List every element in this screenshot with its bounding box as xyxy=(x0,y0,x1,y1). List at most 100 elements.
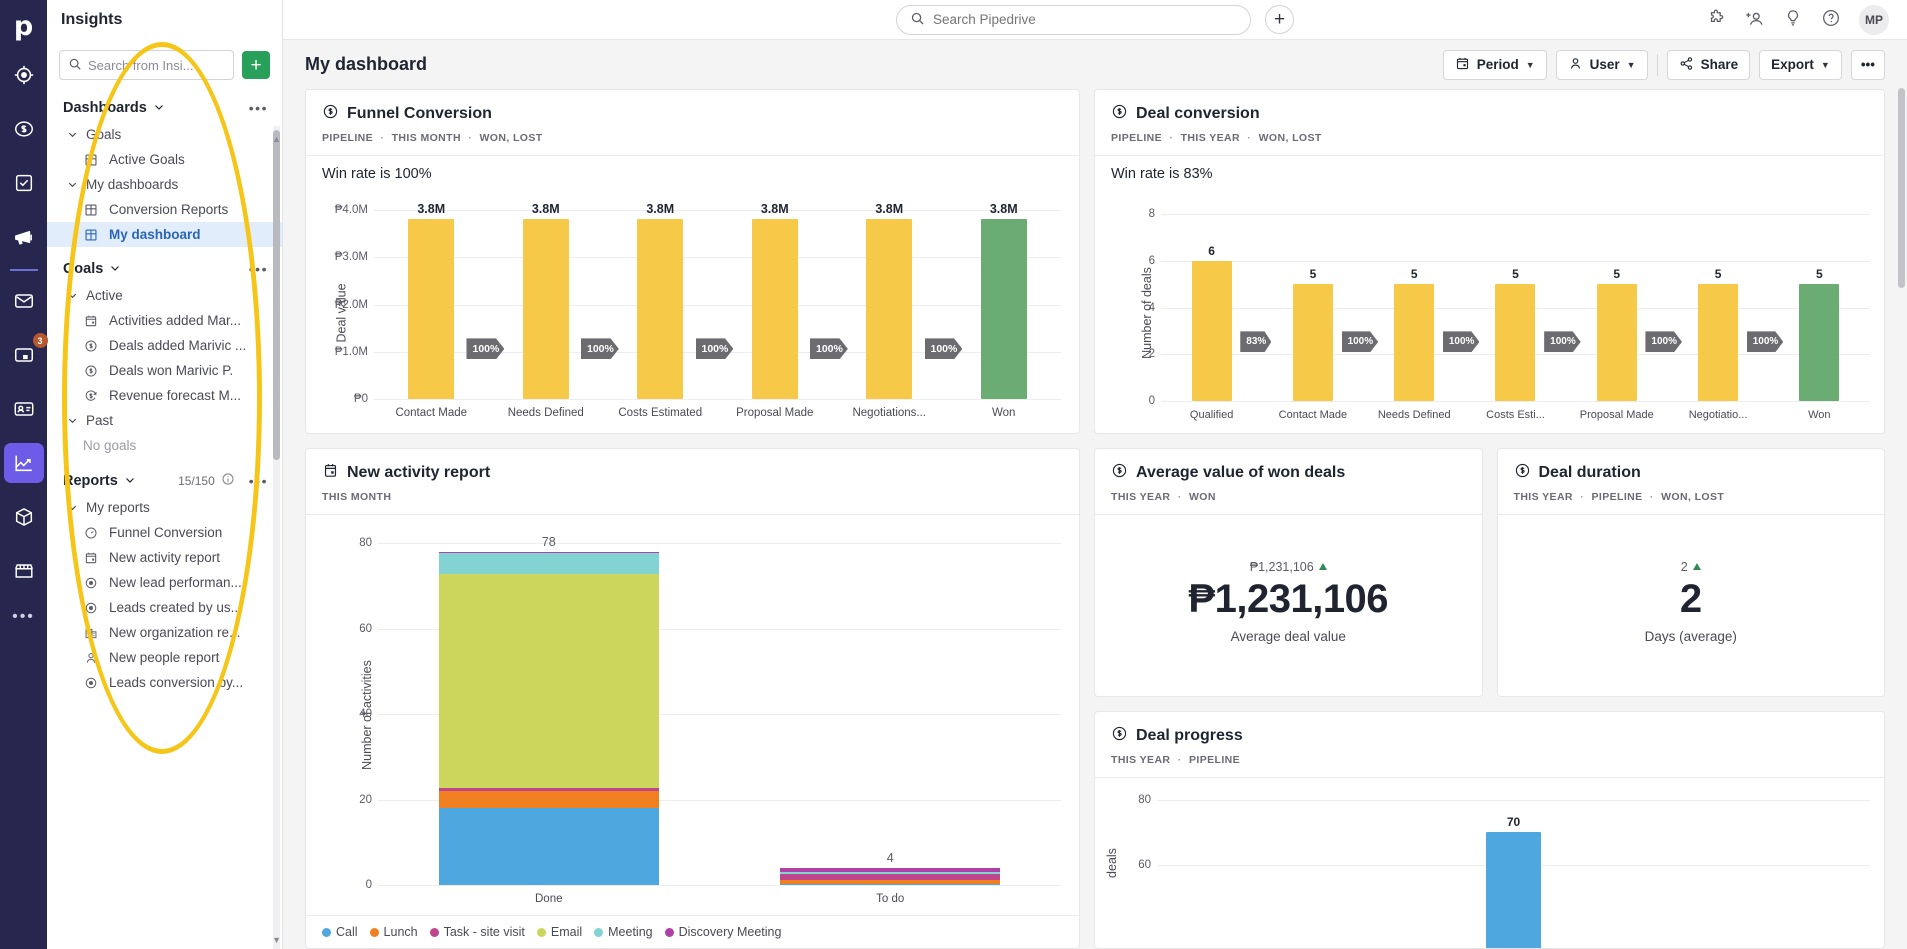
contacts-icon[interactable] xyxy=(4,389,44,429)
leads-icon[interactable] xyxy=(4,55,44,95)
sidebar-item-activities-added[interactable]: Activities added Mar... xyxy=(47,308,282,333)
sidebar-item-active-goals[interactable]: Active Goals xyxy=(47,147,282,172)
bar[interactable] xyxy=(1596,284,1637,401)
group-past[interactable]: Past xyxy=(47,408,282,433)
sidebar-item-my-dashboard[interactable]: My dashboard xyxy=(47,222,282,247)
bar-column[interactable]: 5 Needs Defined xyxy=(1364,214,1465,421)
global-add-button[interactable]: + xyxy=(1265,5,1294,34)
sidebar-add-button[interactable]: + xyxy=(242,51,270,79)
puzzle-icon[interactable] xyxy=(1706,8,1726,31)
goals-menu-icon[interactable]: ••• xyxy=(249,262,268,276)
projects-icon[interactable]: 3 xyxy=(4,333,48,375)
bar[interactable] xyxy=(522,219,569,399)
bar-column[interactable]: 5 Won xyxy=(1769,214,1870,421)
global-search-box[interactable] xyxy=(896,4,1251,35)
global-search-input[interactable] xyxy=(933,12,1237,27)
share-button[interactable]: Share xyxy=(1666,49,1751,80)
bar[interactable] xyxy=(751,219,798,399)
bar-column[interactable]: 5 Contact Made xyxy=(1262,214,1363,421)
bar[interactable] xyxy=(1292,284,1333,401)
sidebar-item-funnel-conversion[interactable]: Funnel Conversion xyxy=(47,520,282,545)
sidebar-item-deals-added[interactable]: Deals added Marivic ... xyxy=(47,333,282,358)
bar[interactable] xyxy=(980,219,1027,399)
sidebar-item-conversion-reports[interactable]: Conversion Reports xyxy=(47,197,282,222)
rail-more-icon[interactable]: ••• xyxy=(12,608,35,626)
stack-segment[interactable] xyxy=(438,552,659,575)
avatar[interactable]: MP xyxy=(1859,4,1889,35)
bar-column[interactable]: 5 Negotiatio... xyxy=(1667,214,1768,421)
more-options-button[interactable]: ••• xyxy=(1850,49,1885,80)
legend-item[interactable]: Call xyxy=(322,925,358,939)
help-icon[interactable] xyxy=(1821,8,1841,31)
legend-item[interactable]: Email xyxy=(536,925,582,939)
sidebar-item-new-activity-report[interactable]: New activity report xyxy=(47,545,282,570)
activities-icon[interactable] xyxy=(4,163,44,203)
user-button[interactable]: User ▼ xyxy=(1555,49,1648,80)
bar-column[interactable]: 3.8M Proposal Made xyxy=(718,202,833,419)
bar-column[interactable]: 3.8M Needs Defined xyxy=(489,202,604,419)
bar-column[interactable]: 5 Proposal Made xyxy=(1566,214,1667,421)
stack-segment[interactable] xyxy=(438,790,659,809)
chevron-down-icon[interactable] xyxy=(153,100,165,116)
group-my-dashboards[interactable]: My dashboards xyxy=(47,172,282,197)
add-user-icon[interactable] xyxy=(1744,8,1765,32)
bar-column[interactable]: 70 xyxy=(1157,800,1870,948)
chevron-down-icon[interactable] xyxy=(124,473,136,489)
chevron-down-icon[interactable] xyxy=(109,261,121,277)
mail-icon[interactable] xyxy=(4,281,44,321)
lightbulb-icon[interactable] xyxy=(1783,8,1803,31)
bar-column[interactable]: 3.8M Contact Made xyxy=(374,202,489,419)
bar[interactable] xyxy=(866,219,913,399)
bar[interactable] xyxy=(1486,832,1541,948)
bar[interactable] xyxy=(1799,284,1840,401)
main-scrollbar-thumb[interactable] xyxy=(1898,88,1905,288)
group-goals[interactable]: Goals xyxy=(47,122,282,147)
bar[interactable] xyxy=(408,219,455,399)
deals-icon[interactable] xyxy=(4,109,44,149)
group-my-reports[interactable]: My reports xyxy=(47,495,282,520)
scroll-up-icon[interactable]: ▲ xyxy=(272,134,281,144)
dashboards-menu-icon[interactable]: ••• xyxy=(249,101,268,115)
stack[interactable] xyxy=(780,867,1001,885)
bar-column[interactable]: 5 Costs Esti... xyxy=(1465,214,1566,421)
legend-item[interactable]: Discovery Meeting xyxy=(664,925,781,939)
info-icon[interactable] xyxy=(221,472,235,489)
bar-column[interactable]: 6 Qualified xyxy=(1161,214,1262,421)
pipedrive-logo[interactable]: p xyxy=(0,4,47,48)
sidebar-item-revenue-forecast[interactable]: Revenue forecast M... xyxy=(47,383,282,408)
campaigns-icon[interactable] xyxy=(4,217,44,257)
bar[interactable] xyxy=(637,219,684,399)
legend-item[interactable]: Task - site visit xyxy=(429,925,525,939)
sidebar-item-leads-created-by-user[interactable]: Leads created by us... xyxy=(47,595,282,620)
sidebar-item-leads-conversion-by[interactable]: Leads conversion by... xyxy=(47,670,282,695)
bar[interactable] xyxy=(1698,284,1739,401)
bar[interactable] xyxy=(1394,284,1435,401)
legend-item[interactable]: Lunch xyxy=(369,925,418,939)
bar-column[interactable]: 3.8M Won xyxy=(947,202,1062,419)
export-button[interactable]: Export ▼ xyxy=(1759,49,1842,80)
sidebar-search-box[interactable] xyxy=(59,50,234,80)
stack-segment[interactable] xyxy=(438,574,659,788)
section-reports[interactable]: Reports 15/150 ••• xyxy=(47,458,282,495)
bar[interactable] xyxy=(1495,284,1536,401)
stacked-bar-column[interactable]: 4 To do xyxy=(720,543,1062,905)
period-button[interactable]: Period ▼ xyxy=(1442,49,1547,80)
stack[interactable] xyxy=(438,551,659,885)
section-goals[interactable]: Goals ••• xyxy=(47,247,282,283)
stacked-bar-column[interactable]: 78 Done xyxy=(378,535,720,905)
bar-column[interactable]: 3.8M Costs Estimated xyxy=(603,202,718,419)
marketplace-icon[interactable] xyxy=(4,551,44,591)
insights-icon[interactable] xyxy=(3,443,44,483)
stack-segment[interactable] xyxy=(438,808,659,885)
sidebar-scrollbar-thumb[interactable] xyxy=(273,130,280,460)
legend-item[interactable]: Meeting xyxy=(594,925,653,939)
scroll-down-icon[interactable]: ▼ xyxy=(272,935,281,945)
reports-menu-icon[interactable]: ••• xyxy=(249,474,268,488)
bar[interactable] xyxy=(1191,260,1232,401)
group-active[interactable]: Active xyxy=(47,283,282,308)
products-icon[interactable] xyxy=(4,497,44,537)
sidebar-search-input[interactable] xyxy=(88,57,225,73)
sidebar-item-new-people-report[interactable]: New people report xyxy=(47,645,282,670)
sidebar-item-new-organization-report[interactable]: New organization re... xyxy=(47,620,282,645)
sidebar-item-new-lead-performance[interactable]: New lead performan... xyxy=(47,570,282,595)
